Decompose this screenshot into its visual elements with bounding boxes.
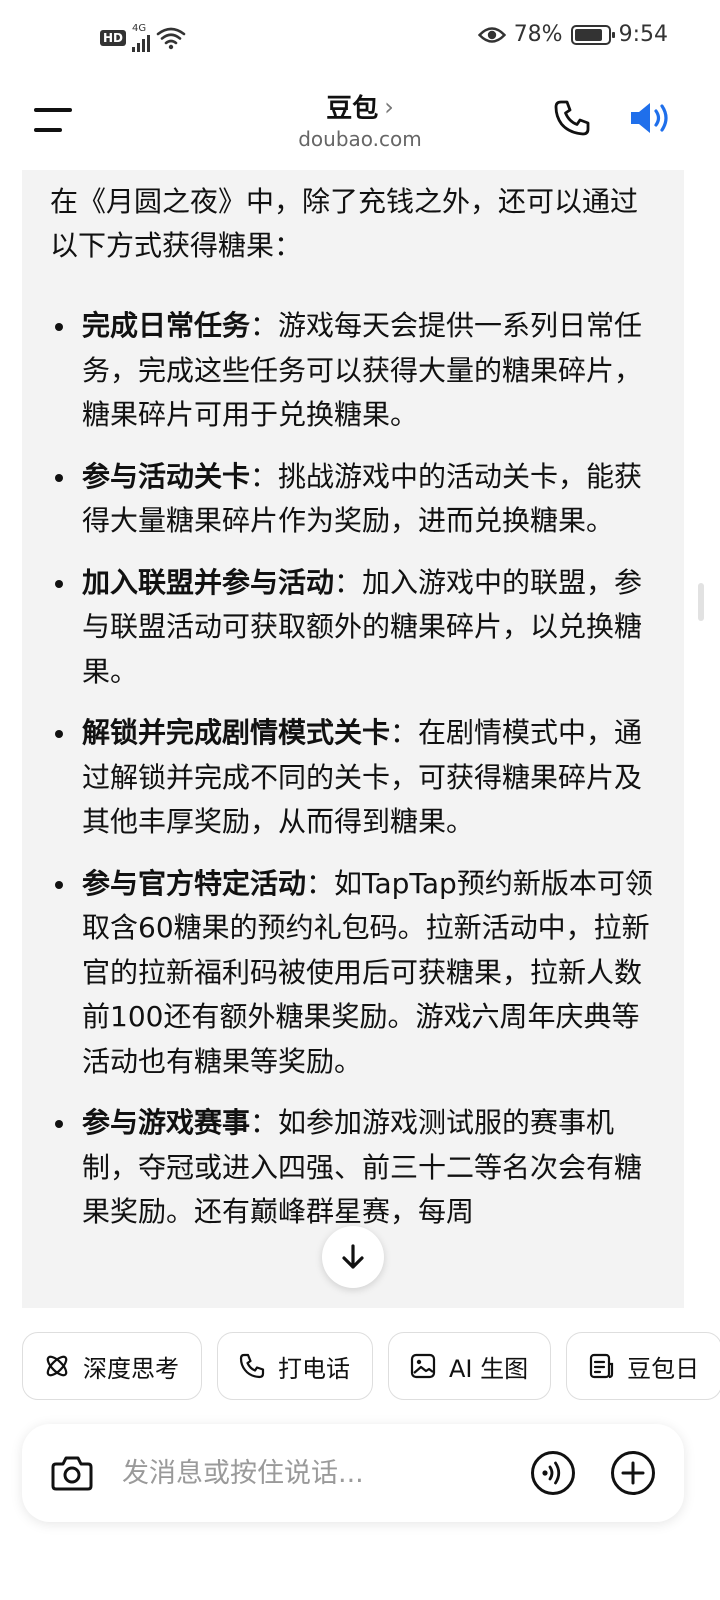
chip-ai-image[interactable]: AI 生图 — [388, 1332, 552, 1400]
list-item: 完成日常任务：游戏每天会提供一系列日常任务，完成这些任务可以获得大量的糖果碎片，… — [50, 304, 654, 438]
image-icon — [410, 1353, 436, 1379]
battery-icon — [570, 24, 615, 45]
chips-row: 深度思考 打电话 AI 生图 豆包日 — [22, 1332, 720, 1400]
list-item: 参与活动关卡：挑战游戏中的活动关卡，能获得大量糖果碎片作为奖励，进而兑换糖果。 — [50, 455, 654, 544]
atom-icon — [46, 1355, 68, 1377]
chip-label: 豆包日 — [627, 1354, 700, 1383]
cell-signal-icon: 4G — [132, 23, 151, 52]
message-input[interactable] — [122, 1450, 502, 1496]
bot-domain: doubao.com — [298, 127, 422, 151]
chips-scroller: 深度思考 打电话 AI 生图 豆包日 — [0, 1320, 720, 1412]
wifi-icon — [156, 27, 186, 50]
chip-call[interactable]: 打电话 — [217, 1332, 373, 1400]
status-bar: HD 4G 78% 9:54 — [0, 0, 720, 80]
status-right: 78% 9:54 — [477, 22, 668, 47]
scroll-to-bottom-button[interactable] — [322, 1226, 384, 1288]
assistant-message: 在《月圆之夜》中，除了充钱之外，还可以通过以下方式获得糖果： 完成日常任务：游戏… — [22, 170, 684, 1308]
list-item: 解锁并完成剧情模式关卡：在剧情模式中，通过解锁并完成不同的关卡，可获得糖果碎片及… — [50, 711, 654, 845]
list-item-title: 完成日常任务 — [82, 309, 251, 342]
camera-icon[interactable] — [50, 1452, 94, 1494]
list-item: 加入联盟并参与活动：加入游戏中的联盟，参与联盟活动可获取额外的糖果碎片，以兑换糖… — [50, 561, 654, 695]
phone-icon[interactable] — [552, 98, 592, 138]
scrollbar-thumb[interactable] — [698, 583, 704, 621]
arrow-down-icon — [342, 1244, 364, 1269]
chat-header: 豆包 › doubao.com — [0, 80, 720, 170]
chip-label: 深度思考 — [83, 1354, 179, 1383]
message-intro: 在《月圆之夜》中，除了充钱之外，还可以通过以下方式获得糖果： — [50, 185, 639, 262]
chevron-right-icon: › — [384, 92, 394, 121]
status-left: HD 4G — [100, 24, 186, 52]
list-item: 参与官方特定活动：如TapTap预约新版本可领取含60糖果的预约礼包码。拉新活动… — [50, 862, 654, 1085]
bot-title[interactable]: 豆包 › — [326, 88, 394, 125]
battery-percent: 78% — [513, 22, 563, 47]
chip-deep-thinking[interactable]: 深度思考 — [22, 1332, 202, 1400]
bot-name: 豆包 — [326, 94, 379, 124]
composer — [22, 1424, 684, 1522]
network-type: 4G — [132, 23, 147, 34]
speaker-icon[interactable] — [628, 98, 674, 138]
plus-icon[interactable] — [610, 1450, 656, 1496]
document-icon — [590, 1353, 614, 1379]
chip-label: AI 生图 — [449, 1354, 529, 1383]
title-block: 豆包 › doubao.com — [0, 88, 720, 152]
phone-icon — [239, 1353, 265, 1379]
list-item-title: 参与活动关卡 — [82, 459, 251, 493]
message-list: 完成日常任务：游戏每天会提供一系列日常任务，完成这些任务可以获得大量的糖果碎片，… — [50, 304, 654, 1235]
chip-doubao-daily[interactable]: 豆包日 — [566, 1332, 720, 1400]
chip-label: 打电话 — [278, 1354, 350, 1383]
hd-badge: HD — [100, 30, 127, 46]
clock: 9:54 — [618, 22, 668, 47]
list-item-title: 加入联盟并参与活动 — [82, 565, 335, 599]
voice-wave-icon[interactable] — [530, 1450, 576, 1496]
list-item-title: 参与官方特定活动 — [82, 866, 307, 900]
list-item-title: 解锁并完成剧情模式关卡 — [82, 716, 391, 749]
eye-icon — [477, 26, 506, 43]
list-item: 参与游戏赛事：如参加游戏测试服的赛事机制，夺冠或进入四强、前三十二等名次会有糖果… — [50, 1101, 654, 1235]
list-item-title: 参与游戏赛事 — [82, 1106, 251, 1139]
